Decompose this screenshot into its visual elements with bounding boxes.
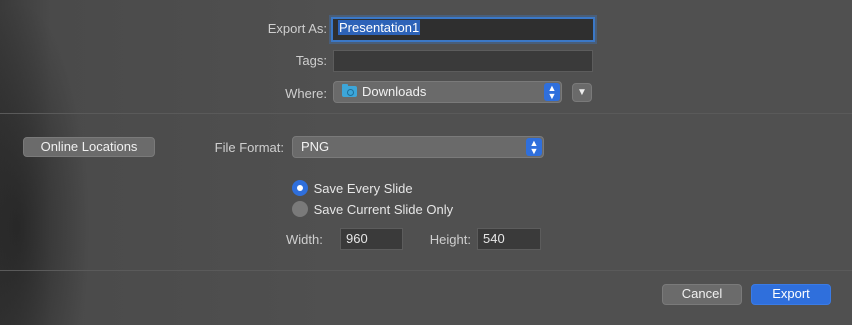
height-field[interactable]: 540: [477, 228, 541, 250]
width-label: Width:: [286, 232, 323, 247]
where-popup[interactable]: Downloads ▲ ▼: [333, 81, 562, 103]
expand-button[interactable]: ▼: [572, 83, 592, 102]
radio-unselected-icon: [292, 201, 308, 217]
file-format-label: File Format:: [214, 140, 284, 155]
tags-field[interactable]: [333, 50, 593, 72]
export-as-field[interactable]: Presentation1: [331, 17, 595, 42]
export-as-value: Presentation1: [338, 20, 421, 35]
radio-selected-icon: [292, 180, 308, 196]
chevron-updown-icon: ▲ ▼: [544, 83, 560, 101]
where-value: Downloads: [362, 84, 427, 99]
file-format-value: PNG: [301, 139, 330, 154]
tags-label: Tags:: [295, 53, 327, 68]
export-dialog: Export As: Presentation1 Tags: Where: Do…: [0, 0, 852, 325]
chevron-down-icon: ▼: [577, 87, 587, 98]
save-every-slide-label: Save Every Slide: [313, 181, 413, 196]
online-locations-button[interactable]: Online Locations: [23, 137, 155, 157]
file-format-popup[interactable]: PNG ▲ ▼: [292, 136, 544, 158]
where-label: Where:: [285, 86, 327, 101]
separator-bottom: [0, 270, 852, 271]
separator-top: [0, 113, 852, 114]
height-label: Height:: [429, 232, 471, 247]
option-save-current-slide[interactable]: Save Current Slide Only: [292, 201, 453, 219]
export-button[interactable]: Export: [751, 284, 831, 305]
option-save-every-slide[interactable]: Save Every Slide: [292, 180, 413, 198]
width-field[interactable]: 960: [340, 228, 403, 250]
chevron-updown-icon: ▲ ▼: [526, 138, 542, 156]
save-current-slide-label: Save Current Slide Only: [313, 202, 454, 217]
export-as-label: Export As:: [267, 21, 327, 36]
folder-icon: [342, 84, 357, 97]
cancel-button[interactable]: Cancel: [662, 284, 742, 305]
